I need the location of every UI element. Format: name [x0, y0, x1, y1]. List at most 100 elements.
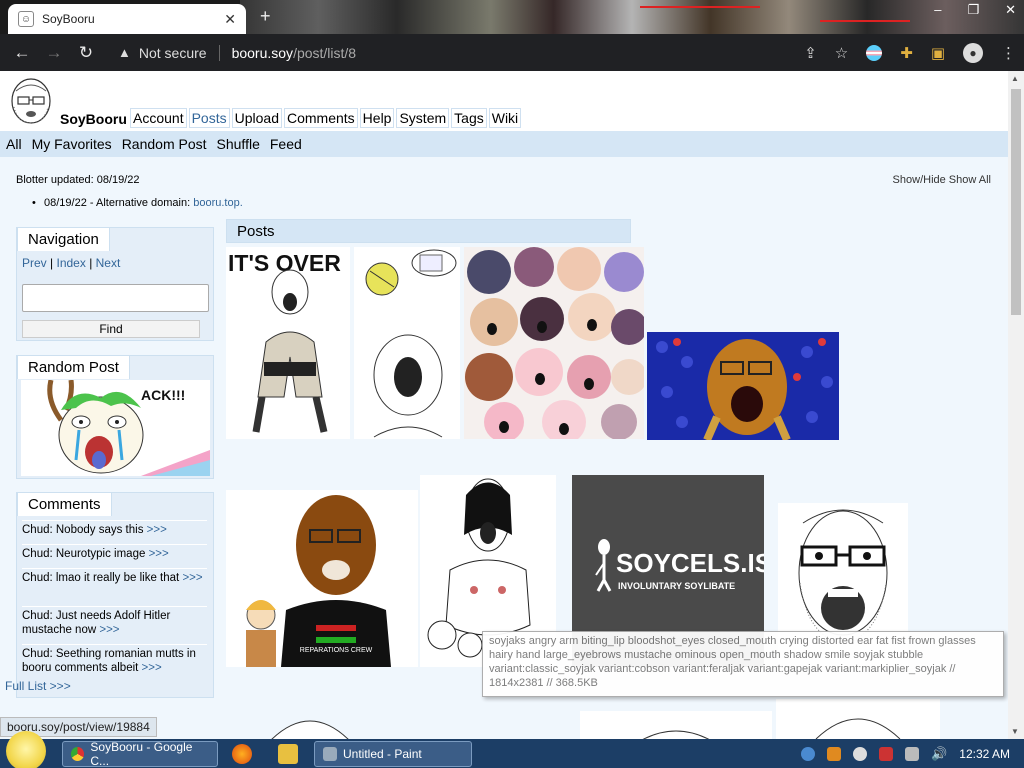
subnav-random-post[interactable]: Random Post: [122, 136, 207, 152]
minimize-icon[interactable]: –: [934, 2, 941, 18]
scroll-down-icon[interactable]: ▼: [1011, 727, 1019, 736]
site-title[interactable]: SoyBooru: [60, 111, 127, 127]
favicon-icon: ☺: [18, 11, 34, 27]
random-post-block: Random Post ACK!!!: [16, 355, 214, 479]
start-button[interactable]: [6, 731, 46, 768]
subnav-my-favorites[interactable]: My Favorites: [32, 136, 112, 152]
nav-system[interactable]: System: [396, 108, 450, 128]
page-scrollbar[interactable]: ▲ ▼: [1008, 71, 1024, 739]
menu-dots-icon[interactable]: ⋮: [1001, 44, 1016, 62]
comments-full-list-link[interactable]: Full List >>>: [5, 679, 71, 693]
sidepanel-icon[interactable]: ▣: [931, 44, 945, 62]
nav-comments[interactable]: Comments: [283, 108, 358, 128]
scroll-up-icon[interactable]: ▲: [1011, 74, 1019, 83]
extensions-puzzle-icon[interactable]: ✚: [900, 44, 913, 62]
file-explorer-icon[interactable]: [278, 744, 298, 764]
search-tray-icon[interactable]: [827, 746, 842, 761]
address-bar[interactable]: ▲ Not secure booru.soy/post/list/8: [108, 38, 852, 67]
firefox-icon[interactable]: [232, 744, 252, 764]
subnav-all[interactable]: All: [6, 136, 22, 152]
blotter-toggle[interactable]: Show/Hide Show All: [893, 174, 991, 186]
back-icon[interactable]: ←: [6, 43, 38, 63]
browser-titlebar: ☺ SoyBooru ✕ + – ❐ ✕: [0, 0, 1024, 34]
nav-wiki[interactable]: Wiki: [488, 108, 522, 128]
close-tab-icon[interactable]: ✕: [224, 11, 236, 28]
post-thumbnail[interactable]: [464, 247, 644, 439]
comment-text: Chud: lmao it really be like that: [22, 572, 180, 584]
prev-link[interactable]: Prev: [22, 256, 47, 270]
post-thumbnail[interactable]: IT'S OVER: [226, 247, 350, 439]
network-globe-icon[interactable]: [801, 746, 816, 761]
navigation-title: Navigation: [17, 227, 110, 251]
titlebar-decoration: [820, 20, 910, 22]
comment-link[interactable]: >>>: [182, 572, 202, 584]
not-secure-label: Not secure: [138, 44, 207, 61]
site-header: SoyBooru Account Posts Upload Comments H…: [0, 71, 1008, 131]
main-nav: Account Posts Upload Comments Help Syste…: [130, 108, 522, 128]
comment-text: Chud: Neurotypic image: [22, 548, 146, 560]
comment-link[interactable]: >>>: [147, 524, 167, 536]
window-controls: – ❐ ✕: [934, 2, 1016, 18]
blotter-updated: Blotter updated: 08/19/22: [16, 174, 140, 186]
close-window-icon[interactable]: ✕: [1005, 2, 1016, 18]
scroll-thumb[interactable]: [1011, 89, 1021, 315]
nav-upload[interactable]: Upload: [231, 108, 282, 128]
next-link[interactable]: Next: [96, 256, 121, 270]
comment-item: Chud: Just needs Adolf Hitler mustache n…: [22, 606, 207, 637]
nav-posts[interactable]: Posts: [188, 108, 230, 128]
taskbar-chrome[interactable]: SoyBooru - Google C...: [62, 740, 218, 768]
comment-text: Chud: Seething romanian mutts in booru c…: [22, 648, 196, 674]
post-thumbnail[interactable]: REPARATIONS CREW: [226, 490, 418, 667]
share-icon[interactable]: ⇪: [804, 44, 817, 62]
profile-avatar-icon[interactable]: ●: [963, 42, 983, 63]
browser-toolbar: ← → ↻ ▲ Not secure booru.soy/post/list/8…: [0, 34, 1024, 71]
post-thumbnail[interactable]: [260, 711, 360, 739]
random-post-caption: ACK!!!: [141, 387, 185, 403]
clock[interactable]: 12:32 AM: [959, 747, 1010, 761]
status-tray-icon[interactable]: [853, 746, 868, 761]
paint-icon: [323, 747, 337, 761]
comment-item: Chud: Neurotypic image >>>: [22, 544, 207, 561]
volume-icon[interactable]: 🔊: [931, 746, 947, 762]
nav-help[interactable]: Help: [359, 108, 395, 128]
flag-tray-icon[interactable]: [879, 746, 894, 761]
search-input[interactable]: [22, 284, 209, 312]
network-tray-icon[interactable]: [905, 746, 920, 761]
find-button[interactable]: Find: [22, 320, 200, 338]
forward-icon[interactable]: →: [38, 43, 70, 63]
nav-tags[interactable]: Tags: [451, 108, 487, 128]
reload-icon[interactable]: ↻: [70, 43, 102, 63]
comment-link[interactable]: >>>: [99, 624, 119, 636]
bookmark-star-icon[interactable]: ☆: [835, 44, 848, 62]
posts-title: Posts: [226, 219, 631, 243]
thumb-shirt-text: REPARATIONS CREW: [300, 647, 373, 654]
post-thumbnail[interactable]: [580, 711, 772, 739]
random-post-title: Random Post: [17, 355, 130, 379]
index-link[interactable]: Index: [56, 256, 85, 270]
comment-item: Chud: Seething romanian mutts in booru c…: [22, 644, 207, 675]
subnav-shuffle[interactable]: Shuffle: [217, 136, 260, 152]
browser-tab[interactable]: ☺ SoyBooru ✕: [8, 4, 246, 34]
subnav-feed[interactable]: Feed: [270, 136, 302, 152]
extension-flag-icon[interactable]: [866, 44, 883, 61]
taskbar-paint-label: Untitled - Paint: [343, 747, 422, 761]
post-thumbnail[interactable]: [647, 332, 839, 440]
new-tab-icon[interactable]: +: [260, 6, 271, 27]
post-thumbnail[interactable]: [354, 247, 460, 439]
chrome-icon: [71, 747, 85, 761]
maximize-icon[interactable]: ❐: [967, 2, 979, 18]
post-tags-tooltip: soyjaks angry arm biting_lip bloodshot_e…: [482, 631, 1004, 697]
random-post-thumbnail[interactable]: ACK!!!: [21, 380, 210, 476]
comment-link[interactable]: >>>: [149, 548, 169, 560]
comment-link[interactable]: >>>: [142, 662, 162, 674]
taskbar-paint[interactable]: Untitled - Paint: [314, 741, 472, 767]
warning-icon: ▲: [118, 45, 131, 60]
soycels-subtitle: INVOLUNTARY SOYLIBATE: [618, 581, 735, 591]
taskbar: SoyBooru - Google C... Untitled - Paint …: [0, 731, 1024, 768]
site-logo[interactable]: [6, 77, 56, 129]
post-thumbnail[interactable]: [776, 699, 940, 739]
blotter-entry-link[interactable]: booru.top.: [193, 197, 243, 209]
blotter-entry: 08/19/22 - Alternative domain: booru.top…: [32, 197, 243, 209]
nav-account[interactable]: Account: [130, 108, 187, 128]
system-tray: 🔊 12:32 AM: [801, 739, 1024, 768]
